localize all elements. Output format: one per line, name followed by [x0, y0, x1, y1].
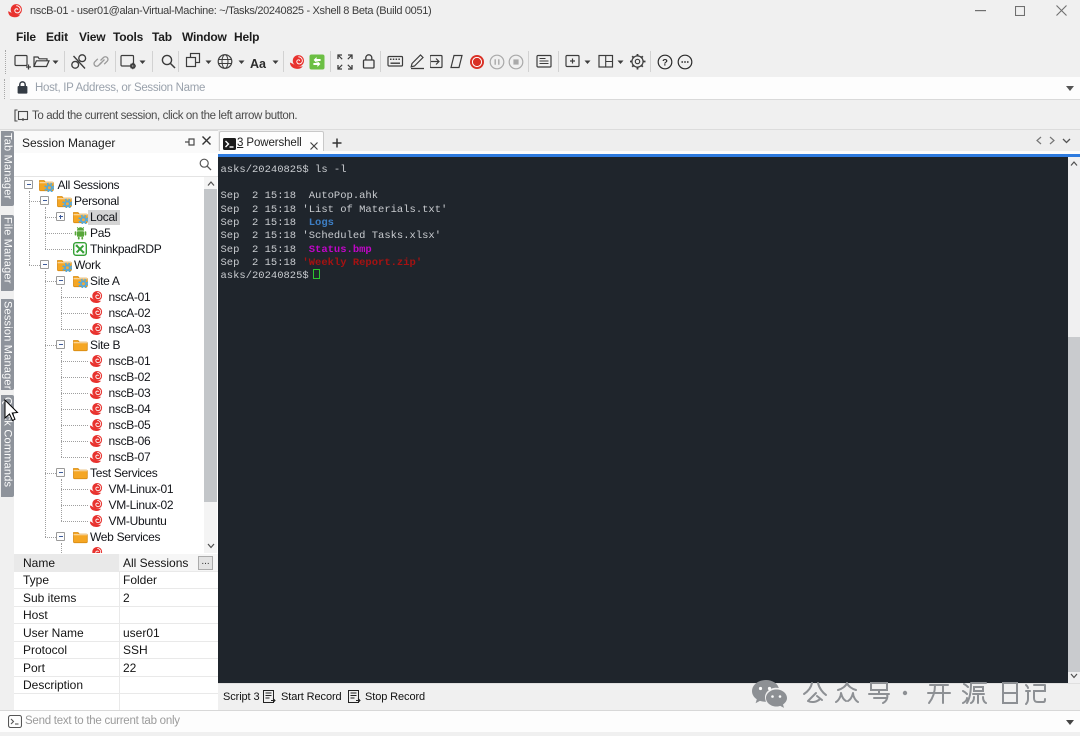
- svg-text:?: ?: [662, 58, 668, 69]
